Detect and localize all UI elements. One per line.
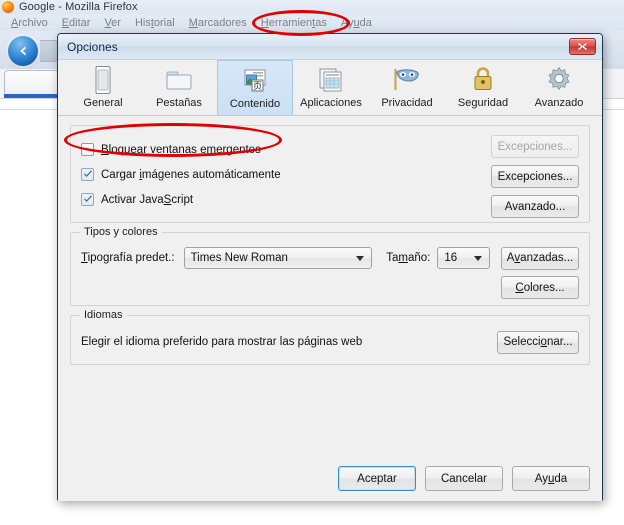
dialog-body: General Pestañas 页 Contenido Aplicacione… bbox=[58, 60, 602, 501]
checkbox-load-images[interactable] bbox=[81, 168, 94, 181]
content-panel: Bloquear ventanas emergentes Cargar imág… bbox=[58, 116, 602, 365]
close-icon[interactable] bbox=[569, 38, 596, 55]
select-language-button[interactable]: Selecci o nar... bbox=[497, 330, 579, 354]
checkbox-load-images-label: Cargar imágenes automáticamente bbox=[101, 168, 281, 181]
firefox-logo-icon bbox=[2, 1, 14, 13]
tab-aplicaciones[interactable]: Aplicaciones bbox=[293, 60, 369, 115]
dialog-tabs: General Pestañas 页 Contenido Aplicacione… bbox=[58, 60, 602, 116]
menu-item-marcadores[interactable]: Marcadores bbox=[182, 17, 254, 29]
browser-titlebar: Google - Mozilla Firefox bbox=[0, 0, 624, 14]
tab-general-label: General bbox=[83, 97, 123, 109]
advanced-fonts-button[interactable]: Av anzadas... bbox=[501, 246, 579, 270]
font-size-label: Tamaño: bbox=[386, 252, 431, 264]
tab-contenido[interactable]: 页 Contenido bbox=[217, 60, 293, 115]
browser-window-title: Google - Mozilla Firefox bbox=[19, 1, 138, 13]
menu-item-ayuda[interactable]: Ayuda bbox=[334, 17, 379, 29]
general-window-icon bbox=[91, 64, 115, 96]
default-font-select[interactable]: Times New Roman bbox=[183, 247, 373, 269]
tab-seguridad[interactable]: Seguridad bbox=[445, 60, 521, 115]
content-options-group: Bloquear ventanas emergentes Cargar imág… bbox=[70, 125, 590, 223]
colors-button[interactable]: Colores... bbox=[501, 276, 579, 299]
security-lock-icon bbox=[470, 64, 496, 96]
languages-legend: Idiomas bbox=[80, 309, 127, 321]
default-font-label: Tipografía predet.: bbox=[81, 252, 175, 264]
font-size-select[interactable]: 16 bbox=[437, 247, 490, 269]
menu-item-archivo-rest: rchivo bbox=[18, 16, 48, 29]
exceptions-popups-button[interactable]: Excepciones... bbox=[491, 135, 579, 158]
tabs-folder-icon bbox=[164, 64, 194, 96]
checkbox-block-popups-label: Bloquear ventanas emergentes bbox=[101, 143, 261, 156]
menu-item-archivo[interactable]: Archivo bbox=[4, 17, 55, 29]
content-side-buttons: Excepciones... Excepciones... Avanzado..… bbox=[491, 135, 579, 225]
tab-avanzado-label: Avanzado bbox=[534, 97, 584, 109]
colors-row: Colores... bbox=[81, 276, 579, 299]
dialog-titlebar: Opciones bbox=[58, 34, 602, 60]
font-size-value: 16 bbox=[444, 252, 458, 264]
fonts-colors-group: Tipos y colores Tipografía predet.: Time… bbox=[70, 226, 590, 306]
menu-item-ver[interactable]: Ver bbox=[97, 17, 128, 29]
checkbox-enable-javascript[interactable] bbox=[81, 193, 94, 206]
chevron-down-icon bbox=[356, 256, 365, 261]
tab-aplicaciones-label: Aplicaciones bbox=[300, 97, 362, 109]
content-page-icon: 页 bbox=[240, 65, 270, 97]
language-row: Elegir el idioma preferido para mostrar … bbox=[81, 330, 579, 354]
dialog-footer: Aceptar Cancelar Ay u da bbox=[338, 466, 590, 491]
exceptions-images-button[interactable]: Excepciones... bbox=[491, 165, 579, 188]
advanced-javascript-button[interactable]: Avanzado... bbox=[491, 195, 579, 218]
checkbox-block-popups[interactable] bbox=[81, 143, 94, 156]
languages-group: Idiomas Elegir el idioma preferido para … bbox=[70, 309, 590, 365]
advanced-gear-icon bbox=[544, 64, 574, 96]
fonts-colors-legend: Tipos y colores bbox=[80, 226, 162, 238]
screenshot-root: Google - Mozilla Firefox Archivo Editar … bbox=[0, 0, 624, 525]
dialog-title: Opciones bbox=[67, 39, 118, 54]
tab-contenido-label: Contenido bbox=[229, 98, 281, 110]
menu-item-historial[interactable]: Historial bbox=[128, 17, 182, 29]
tab-privacidad[interactable]: Privacidad bbox=[369, 60, 445, 115]
svg-text:页: 页 bbox=[253, 81, 262, 92]
language-description: Elegir el idioma preferido para mostrar … bbox=[81, 336, 363, 348]
browser-tab[interactable] bbox=[4, 70, 62, 94]
tab-privacidad-label: Privacidad bbox=[381, 97, 433, 109]
menu-item-editar[interactable]: Editar bbox=[55, 17, 98, 29]
forward-button[interactable] bbox=[40, 40, 58, 62]
applications-grid-icon bbox=[316, 64, 346, 96]
browser-menubar[interactable]: Archivo Editar Ver Historial Marcadores … bbox=[0, 14, 624, 31]
tab-avanzado[interactable]: Avanzado bbox=[521, 60, 597, 115]
chevron-down-icon bbox=[474, 256, 482, 261]
tab-pestanas[interactable]: Pestañas bbox=[141, 60, 217, 115]
privacy-mask-icon bbox=[391, 64, 423, 96]
checkbox-enable-javascript-label: Activar JavaScript bbox=[101, 193, 194, 206]
help-button[interactable]: Ay u da bbox=[512, 466, 590, 491]
menu-item-herramientas[interactable]: Herramientas bbox=[254, 17, 334, 29]
tab-pestanas-label: Pestañas bbox=[156, 97, 202, 109]
cancel-button[interactable]: Cancelar bbox=[425, 466, 503, 491]
tab-seguridad-label: Seguridad bbox=[457, 97, 509, 109]
accept-button[interactable]: Aceptar bbox=[338, 466, 416, 491]
default-font-value: Times New Roman bbox=[190, 252, 288, 264]
back-arrow-icon[interactable] bbox=[8, 36, 38, 66]
options-dialog: Opciones General Pestañas 页 Contenido Ap… bbox=[57, 33, 603, 501]
default-font-row: Tipografía predet.: Times New Roman Tama… bbox=[81, 246, 579, 270]
tab-general[interactable]: General bbox=[65, 60, 141, 115]
